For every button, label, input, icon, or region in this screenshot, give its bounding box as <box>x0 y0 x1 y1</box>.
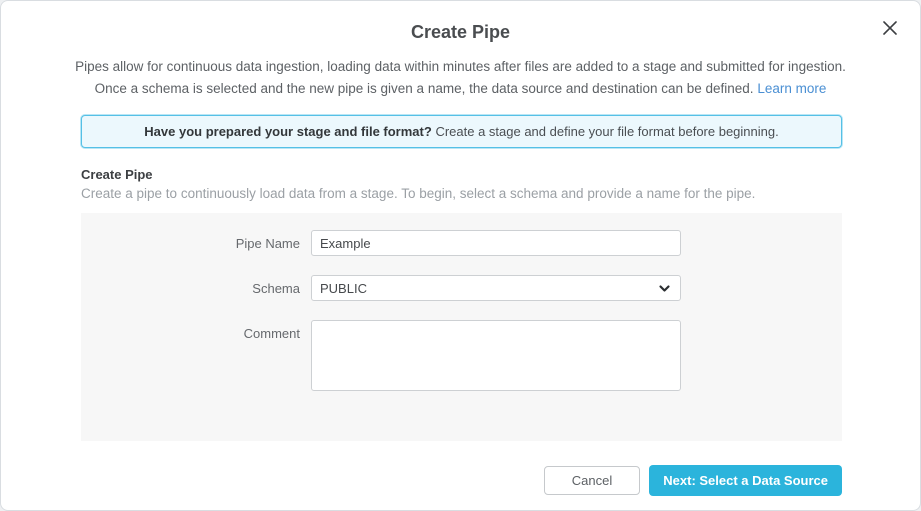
close-icon <box>881 19 899 40</box>
schema-selected-value: PUBLIC <box>320 281 367 296</box>
intro-line-2: Once a schema is selected and the new pi… <box>95 81 754 96</box>
schema-label: Schema <box>81 281 311 296</box>
intro-line-1: Pipes allow for continuous data ingestio… <box>75 59 846 74</box>
intro-text: Pipes allow for continuous data ingestio… <box>1 56 920 99</box>
info-banner: Have you prepared your stage and file fo… <box>81 115 842 148</box>
learn-more-link[interactable]: Learn more <box>757 81 826 96</box>
cancel-button[interactable]: Cancel <box>544 466 640 495</box>
next-select-data-source-button[interactable]: Next: Select a Data Source <box>649 465 842 496</box>
banner-text: Create a stage and define your file form… <box>435 124 778 139</box>
banner-bold-text: Have you prepared your stage and file fo… <box>144 124 432 139</box>
section-heading: Create Pipe <box>81 167 840 182</box>
pipe-name-label: Pipe Name <box>81 236 311 251</box>
pipe-name-row: Pipe Name <box>81 230 842 256</box>
pipe-name-input[interactable] <box>311 230 681 256</box>
schema-row: Schema PUBLIC <box>81 275 842 301</box>
comment-row: Comment <box>81 320 842 391</box>
create-pipe-form: Pipe Name Schema PUBLIC Comment <box>81 213 842 441</box>
comment-label: Comment <box>81 320 311 341</box>
chevron-down-icon <box>658 282 671 295</box>
dialog-title: Create Pipe <box>1 22 920 43</box>
schema-select[interactable]: PUBLIC <box>311 275 681 301</box>
close-button[interactable] <box>878 17 902 41</box>
comment-textarea[interactable] <box>311 320 681 391</box>
dialog-footer: Cancel Next: Select a Data Source <box>544 465 842 496</box>
section-description: Create a pipe to continuously load data … <box>81 186 840 201</box>
create-pipe-dialog: Create Pipe Pipes allow for continuous d… <box>0 0 921 511</box>
